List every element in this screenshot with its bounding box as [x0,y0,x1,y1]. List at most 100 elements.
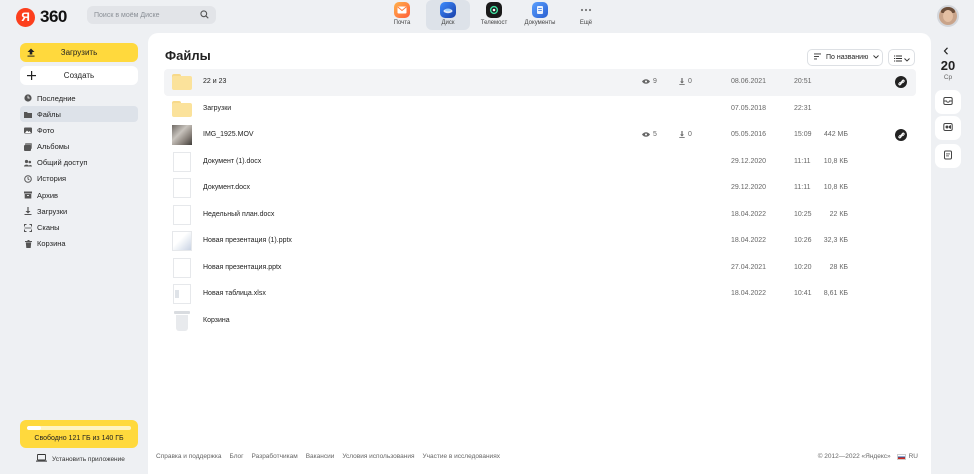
file-row[interactable]: Документ.docx 29.12.2020 11:11 10,8 КБ [164,175,916,202]
service-more[interactable]: Ещё [564,0,608,30]
folder-icon [172,72,192,92]
link-icon [897,132,905,138]
file-name: Новая таблица.xlsx [203,290,266,297]
footer-link-terms[interactable]: Условия использования [342,453,414,460]
list-view-icon [893,49,902,67]
photo-icon [24,126,32,134]
create-button[interactable]: Создать [20,66,138,85]
file-row[interactable]: Документ (1).docx 29.12.2020 11:11 10,8 … [164,149,916,176]
file-date: 27.04.2021 [731,263,767,271]
logo-ya-icon: Я [16,7,35,27]
calendar-day[interactable]: 20 [934,58,962,73]
panel-telemost-button[interactable] [935,116,961,140]
file-date: 18.04.2022 [731,210,767,218]
document-icon [172,257,192,278]
sidebar-item-downloads[interactable]: Загрузки [20,203,138,219]
file-size: 32,3 КБ [823,237,848,244]
notes-icon [943,147,953,165]
view-mode-dropdown[interactable] [888,49,915,66]
file-date: 05.05.2016 [731,131,767,138]
document-icon [172,151,192,172]
document-icon [172,204,192,225]
search-input[interactable] [94,11,200,19]
file-row[interactable]: Недельный план.docx 18.04.2022 10:25 22 … [164,202,916,229]
create-label: Создать [63,71,95,80]
presentation-thumbnail [172,231,192,251]
file-name: Недельный план.docx [203,210,275,218]
sidebar-item-history[interactable]: История [20,171,138,187]
history-icon [24,175,32,183]
sidebar-item-photo[interactable]: Фото [20,122,138,138]
file-date: 29.12.2020 [731,157,767,165]
footer-link-jobs[interactable]: Вакансии [306,453,335,460]
service-disk[interactable]: Диск [426,0,470,30]
sidebar-item-archive[interactable]: Архив [20,187,138,203]
file-row[interactable]: IMG_1925.MOV 5 0 05.05.2016 15:09 442 МБ [164,122,916,149]
eye-icon [642,79,650,84]
page-title: Файлы [165,48,211,63]
sort-dropdown[interactable]: По названию [807,49,883,66]
file-name: IMG_1925.MOV [203,131,254,138]
file-time: 20:51 [794,78,812,85]
album-icon [24,142,32,151]
panel-notes-button[interactable] [935,144,961,168]
trash-can-icon [172,310,192,331]
trash-icon [24,239,32,248]
language-selector[interactable]: RU [896,453,918,460]
folder-icon [172,99,192,119]
storage-progress-fill [27,426,42,430]
footer-right: © 2012—2022 «Яндекс» RU [818,453,918,460]
file-row[interactable]: 22 и 23 9 0 08.06.2021 20:51 [164,69,916,96]
sidebar-item-recent[interactable]: Последние [20,90,138,106]
file-size: 10,8 КБ [823,157,848,165]
file-time: 10:26 [794,237,812,244]
sidebar-item-files[interactable]: Файлы [20,106,138,123]
yandex-360-logo[interactable]: Я 360 [16,7,67,27]
storage-widget[interactable]: Свободно 121 ГБ из 140 ГБ [20,420,138,448]
file-row[interactable]: Корзина [164,308,916,335]
logo-360-text: 360 [40,7,67,26]
file-row[interactable]: Новая презентация (1).pptx 18.04.2022 10… [164,228,916,255]
sidebar-item-albums[interactable]: Альбомы [20,139,138,155]
file-row[interactable]: Новая таблица.xlsx 18.04.2022 10:41 8,61… [164,281,916,308]
sidebar-item-trash[interactable]: Корзина [20,236,138,252]
file-time: 10:25 [794,210,812,218]
file-size: 22 КБ [829,210,848,218]
panel-mail-button[interactable] [935,90,961,114]
shared-icon [24,159,32,167]
document-icon [172,178,192,198]
file-time: 10:20 [794,263,812,271]
public-link-button[interactable] [895,129,907,141]
sort-label: По названию [826,54,869,61]
footer-link-developers[interactable]: Разработчикам [252,453,298,460]
video-thumbnail [172,125,192,145]
service-documents[interactable]: Документы [518,0,562,30]
service-telemost[interactable]: Телемост [472,0,516,30]
file-size: 8,61 КБ [823,290,848,297]
search-box[interactable] [87,6,216,24]
file-date: 18.04.2022 [731,237,767,244]
file-row[interactable]: Новая презентация.pptx 27.04.2021 10:20 … [164,255,916,282]
install-app-label: Установить приложение [52,455,125,463]
laptop-icon [36,454,47,464]
mail-icon [943,93,953,111]
file-row[interactable]: Загрузки 07.05.2018 22:31 [164,96,916,123]
footer-link-blog[interactable]: Блог [230,453,244,460]
mail-icon [394,2,410,18]
footer-link-research[interactable]: Участие в исследованиях [423,453,500,460]
eye-icon [642,132,650,137]
sidebar-item-shared[interactable]: Общий доступ [20,155,138,171]
public-link-button[interactable] [895,76,907,88]
sidebar-item-scans[interactable]: Сканы [20,220,138,236]
video-call-icon [943,119,953,137]
file-size: 28 КБ [829,263,848,271]
service-mail[interactable]: Почта [380,0,424,30]
service-label: Почта [393,20,411,26]
right-panel: 20 Ср [934,36,962,474]
search-icon[interactable] [200,6,209,24]
service-label: Ещё [579,20,593,26]
user-avatar[interactable] [937,5,959,27]
upload-button[interactable]: Загрузить [20,43,138,62]
footer-link-help[interactable]: Справка и поддержка [156,453,222,460]
install-app-link[interactable]: Установить приложение [36,454,125,464]
